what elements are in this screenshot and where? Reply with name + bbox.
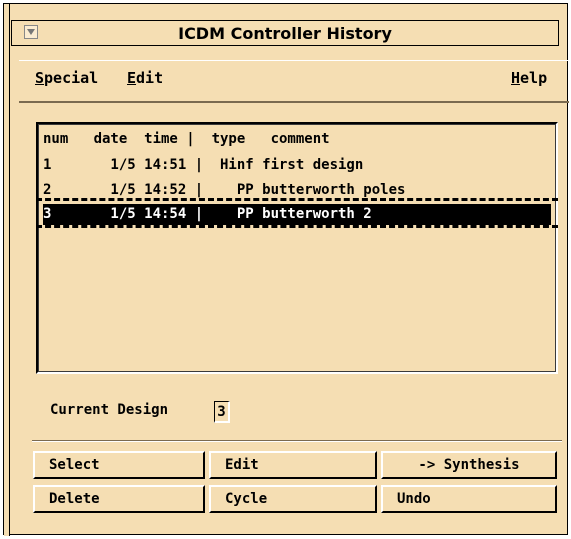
current-design-label: Current Design xyxy=(50,402,169,418)
edit-button[interactable]: Edit xyxy=(209,451,377,479)
history-list-frame: num date time | type comment 1 1/5 14:51… xyxy=(38,124,556,372)
undo-button[interactable]: Undo xyxy=(381,485,557,513)
window-title: ICDM Controller History xyxy=(178,24,392,43)
menu-edit-mnemonic: E xyxy=(127,69,137,87)
menu-special[interactable]: Special xyxy=(35,69,98,87)
synthesis-button[interactable]: -> Synthesis xyxy=(381,451,557,479)
delete-button[interactable]: Delete xyxy=(33,485,205,513)
menu-edit-label: dit xyxy=(136,69,164,87)
cycle-button[interactable]: Cycle xyxy=(209,485,377,513)
controller-history-window: ICDM Controller History Special Edit Hel… xyxy=(3,3,569,536)
menu-special-label: pecial xyxy=(44,69,99,87)
history-list[interactable]: num date time | type comment 1 1/5 14:51… xyxy=(36,122,558,374)
select-button[interactable]: Select xyxy=(33,451,205,479)
history-list-header: num date time | type comment xyxy=(43,131,330,147)
menu-edit[interactable]: Edit xyxy=(127,69,163,87)
current-design-value[interactable]: 3 xyxy=(214,401,230,423)
menu-special-mnemonic: S xyxy=(35,69,45,87)
history-row-1[interactable]: 1 1/5 14:51 | Hinf first design xyxy=(43,155,551,176)
history-row-2[interactable]: 2 1/5 14:52 | PP butterworth poles xyxy=(43,180,551,201)
menu-help[interactable]: Help xyxy=(511,69,547,87)
history-row-3[interactable]: 3 1/5 14:54 | PP butterworth 2 xyxy=(43,204,551,225)
title-bar[interactable]: ICDM Controller History xyxy=(11,20,559,46)
button-area-separator xyxy=(32,440,562,442)
window-left-border xyxy=(4,4,10,536)
menu-help-mnemonic: H xyxy=(511,69,521,87)
menu-bar: Special Edit Help xyxy=(19,60,569,103)
menu-help-label: elp xyxy=(520,69,548,87)
